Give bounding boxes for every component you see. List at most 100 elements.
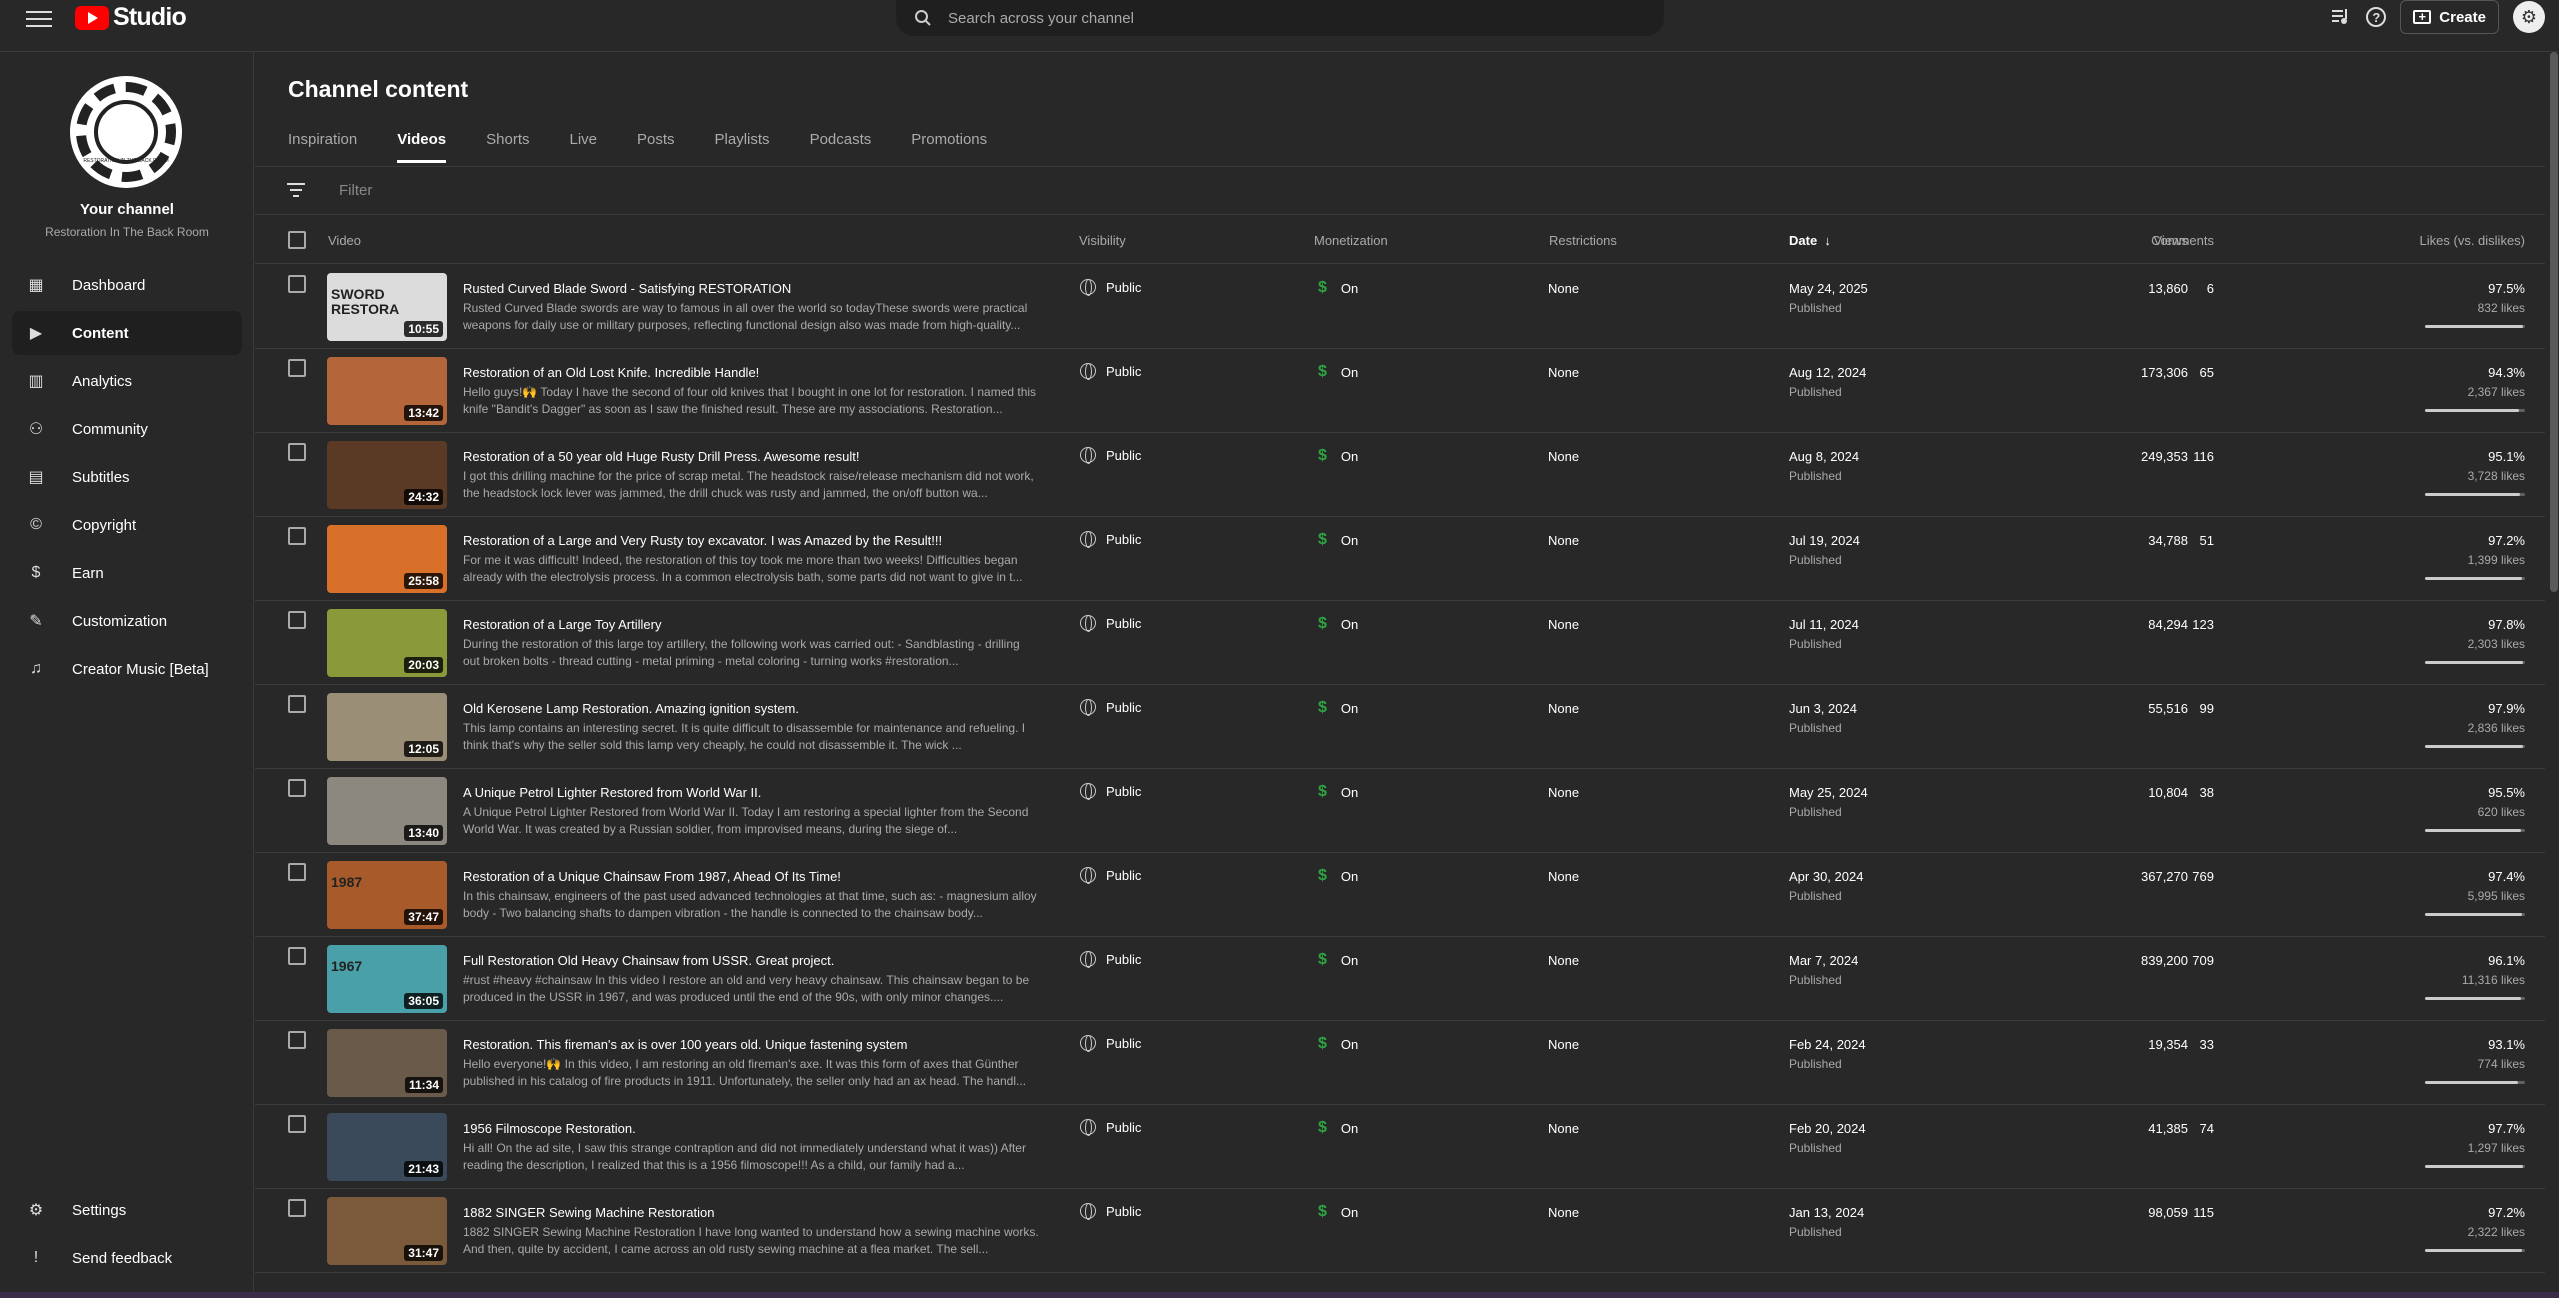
visibility-cell[interactable]: Public [1080,951,1141,968]
video-thumbnail[interactable]: 24:32 [327,441,447,509]
video-thumbnail[interactable]: 13:40 [327,777,447,845]
comments-value[interactable]: 709 [2135,953,2214,968]
tab-podcasts[interactable]: Podcasts [810,131,872,163]
video-title[interactable]: 1882 SINGER Sewing Machine Restoration [463,1205,714,1220]
visibility-cell[interactable]: Public [1080,447,1141,464]
row-checkbox[interactable] [288,359,306,377]
sidebar-item-analytics[interactable]: ▥ Analytics [12,359,242,403]
tab-posts[interactable]: Posts [637,131,675,163]
comments-value[interactable]: 6 [2135,281,2214,296]
visibility-cell[interactable]: Public [1080,1035,1141,1052]
visibility-cell[interactable]: Public [1080,363,1141,380]
scrollbar[interactable] [2550,52,2558,592]
comments-value[interactable]: 116 [2135,449,2214,464]
video-thumbnail[interactable]: 1987 37:47 [327,861,447,929]
monetization-cell[interactable]: $ On [1318,783,1358,801]
column-restrictions[interactable]: Restrictions [1549,233,1617,248]
tab-playlists[interactable]: Playlists [715,131,770,163]
sidebar-item-creator-music[interactable]: ♫ Creator Music [Beta] [12,647,242,691]
sidebar-item-customization[interactable]: ✎ Customization [12,599,242,643]
video-thumbnail[interactable]: 11:34 [327,1029,447,1097]
table-row[interactable]: 1987 37:47 Restoration of a Unique Chain… [255,853,2545,937]
visibility-cell[interactable]: Public [1080,699,1141,716]
video-title[interactable]: 1956 Filmoscope Restoration. [463,1121,636,1136]
monetization-cell[interactable]: $ On [1318,1035,1358,1053]
filter-icon[interactable] [287,183,305,201]
studio-logo[interactable]: Studio [75,3,187,32]
sidebar-item-earn[interactable]: $ Earn [12,551,242,595]
comments-value[interactable]: 38 [2135,785,2214,800]
row-checkbox[interactable] [288,779,306,797]
comments-value[interactable]: 769 [2135,869,2214,884]
table-row[interactable]: 13:40 A Unique Petrol Lighter Restored f… [255,769,2545,853]
column-visibility[interactable]: Visibility [1079,233,1126,248]
monetization-cell[interactable]: $ On [1318,447,1358,465]
column-likes[interactable]: Likes (vs. dislikes) [2365,233,2525,248]
video-title[interactable]: Restoration of a Large and Very Rusty to… [463,533,942,548]
monetization-cell[interactable]: $ On [1318,363,1358,381]
comments-value[interactable]: 65 [2135,365,2214,380]
video-title[interactable]: Full Restoration Old Heavy Chainsaw from… [463,953,834,968]
video-title[interactable]: Restoration of an Old Lost Knife. Incred… [463,365,759,380]
monetization-cell[interactable]: $ On [1318,1203,1358,1221]
row-checkbox[interactable] [288,275,306,293]
column-date[interactable]: Date ↓ [1789,233,1831,248]
visibility-cell[interactable]: Public [1080,1119,1141,1136]
video-thumbnail[interactable]: 20:03 [327,609,447,677]
video-thumbnail[interactable]: 12:05 [327,693,447,761]
notifications-icon[interactable] [2328,5,2352,29]
monetization-cell[interactable]: $ On [1318,951,1358,969]
search-bar[interactable]: Search across your channel [896,0,1664,36]
tab-inspiration[interactable]: Inspiration [288,131,357,163]
column-comments[interactable]: Comments [2114,233,2214,248]
video-thumbnail[interactable]: 1967 36:05 [327,945,447,1013]
tab-promotions[interactable]: Promotions [911,131,987,163]
table-row[interactable]: 1967 36:05 Full Restoration Old Heavy Ch… [255,937,2545,1021]
monetization-cell[interactable]: $ On [1318,699,1358,717]
visibility-cell[interactable]: Public [1080,531,1141,548]
table-row[interactable]: 24:32 Restoration of a 50 year old Huge … [255,433,2545,517]
row-checkbox[interactable] [288,611,306,629]
channel-avatar[interactable]: RESTORATION IN THE BACK ROOM [70,76,182,188]
comments-value[interactable]: 115 [2135,1205,2214,1220]
visibility-cell[interactable]: Public [1080,867,1141,884]
comments-value[interactable]: 74 [2135,1121,2214,1136]
table-row[interactable]: 21:43 1956 Filmoscope Restoration. Hi al… [255,1105,2545,1189]
row-checkbox[interactable] [288,863,306,881]
help-icon[interactable]: ? [2366,7,2387,27]
video-title[interactable]: Restoration of a Large Toy Artillery [463,617,661,632]
sidebar-item-dashboard[interactable]: ▦ Dashboard [12,263,242,307]
video-thumbnail[interactable]: SWORD RESTORA 10:55 [327,273,447,341]
visibility-cell[interactable]: Public [1080,1203,1141,1220]
video-title[interactable]: Restoration. This fireman's ax is over 1… [463,1037,907,1052]
table-row[interactable]: 31:47 1882 SINGER Sewing Machine Restora… [255,1189,2545,1273]
comments-value[interactable]: 99 [2135,701,2214,716]
search-input[interactable]: Search across your channel [948,10,1134,27]
sidebar-item-settings[interactable]: ⚙ Settings [12,1188,242,1232]
monetization-cell[interactable]: $ On [1318,531,1358,549]
account-avatar[interactable]: ⚙ [2513,1,2545,33]
table-row[interactable]: 20:03 Restoration of a Large Toy Artille… [255,601,2545,685]
column-monetization[interactable]: Monetization [1314,233,1388,248]
visibility-cell[interactable]: Public [1080,615,1141,632]
row-checkbox[interactable] [288,1031,306,1049]
sidebar-item-feedback[interactable]: ! Send feedback [12,1236,242,1280]
monetization-cell[interactable]: $ On [1318,615,1358,633]
tab-shorts[interactable]: Shorts [486,131,529,163]
create-button[interactable]: + Create [2400,0,2499,34]
comments-value[interactable]: 51 [2135,533,2214,548]
video-title[interactable]: Old Kerosene Lamp Restoration. Amazing i… [463,701,799,716]
row-checkbox[interactable] [288,947,306,965]
tab-videos[interactable]: Videos [397,131,447,163]
table-row[interactable]: 13:42 Restoration of an Old Lost Knife. … [255,349,2545,433]
monetization-cell[interactable]: $ On [1318,1119,1358,1137]
row-checkbox[interactable] [288,527,306,545]
video-title[interactable]: Rusted Curved Blade Sword - Satisfying R… [463,281,791,296]
video-title[interactable]: Restoration of a 50 year old Huge Rusty … [463,449,859,464]
table-row[interactable]: 11:34 Restoration. This fireman's ax is … [255,1021,2545,1105]
comments-value[interactable]: 123 [2135,617,2214,632]
video-thumbnail[interactable]: 31:47 [327,1197,447,1265]
tab-live[interactable]: Live [570,131,598,163]
sidebar-item-copyright[interactable]: © Copyright [12,503,242,547]
row-checkbox[interactable] [288,695,306,713]
